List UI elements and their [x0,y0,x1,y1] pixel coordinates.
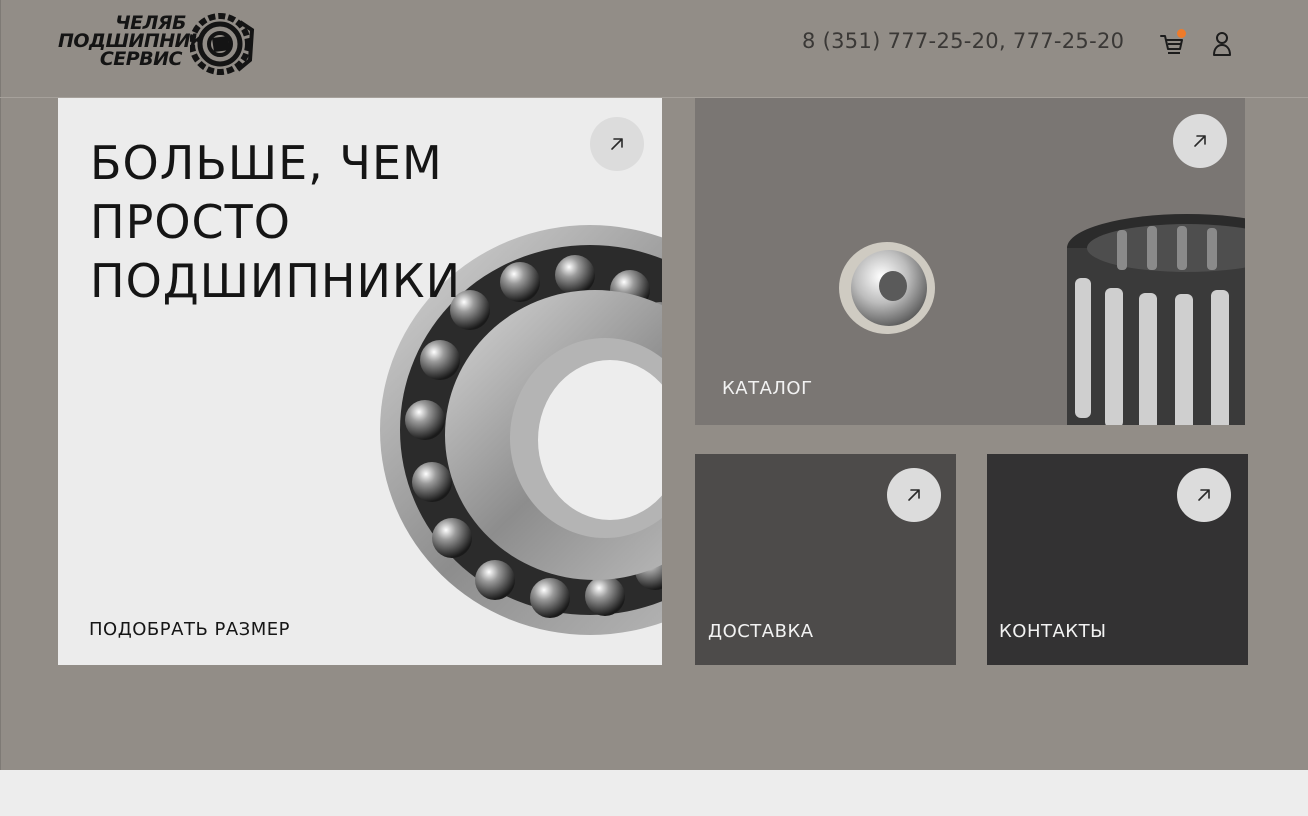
hero-arrow-button[interactable] [590,117,644,171]
contacts-card[interactable]: КОНТАКТЫ [987,454,1248,665]
catalog-label: КАТАЛОГ [722,378,813,399]
hero-card[interactable]: БОЛЬШЕ, ЧЕМ ПРОСТО ПОДШИПНИКИ ПОДОБРАТЬ … [58,98,662,665]
phone-number[interactable]: 8 (351) 777-25-20, 777-25-20 [802,29,1124,53]
contacts-arrow-button[interactable] [1177,468,1231,522]
hero-title-line-2: ПРОСТО [90,195,291,249]
spherical-bearing-image [839,242,935,334]
site-header: ЧЕЛЯБ ПОДШИПНИК СЕРВИС 8 (351) 777-25-20… [0,0,1308,98]
logo-line-3: СЕРВИС [99,48,183,70]
select-size-link[interactable]: ПОДОБРАТЬ РАЗМЕР [89,619,290,640]
delivery-arrow-button[interactable] [887,468,941,522]
arrow-up-right-icon [1194,135,1206,147]
arrow-up-right-icon [908,489,920,501]
catalog-arrow-button[interactable] [1173,114,1227,168]
hero-title: БОЛЬШЕ, ЧЕМ ПРОСТО ПОДШИПНИКИ [90,134,530,311]
user-icon[interactable] [1209,30,1235,58]
bearing-logo-icon [190,13,255,75]
arrow-up-right-icon [1198,489,1210,501]
logo[interactable]: ЧЕЛЯБ ПОДШИПНИК СЕРВИС [58,10,258,78]
delivery-label: ДОСТАВКА [708,621,814,642]
arrow-up-right-icon [611,138,623,150]
delivery-card[interactable]: ДОСТАВКА [695,454,956,665]
needle-bearing-image [1067,214,1245,425]
logo-text: ЧЕЛЯБ ПОДШИПНИК СЕРВИС [58,14,206,70]
hero-title-line-3: ПОДШИПНИКИ [90,254,461,308]
hero-title-line-1: БОЛЬШЕ, ЧЕМ [90,136,443,190]
contacts-label: КОНТАКТЫ [999,621,1107,642]
cart-badge [1177,29,1186,38]
catalog-card[interactable]: КАТАЛОГ [695,98,1245,425]
